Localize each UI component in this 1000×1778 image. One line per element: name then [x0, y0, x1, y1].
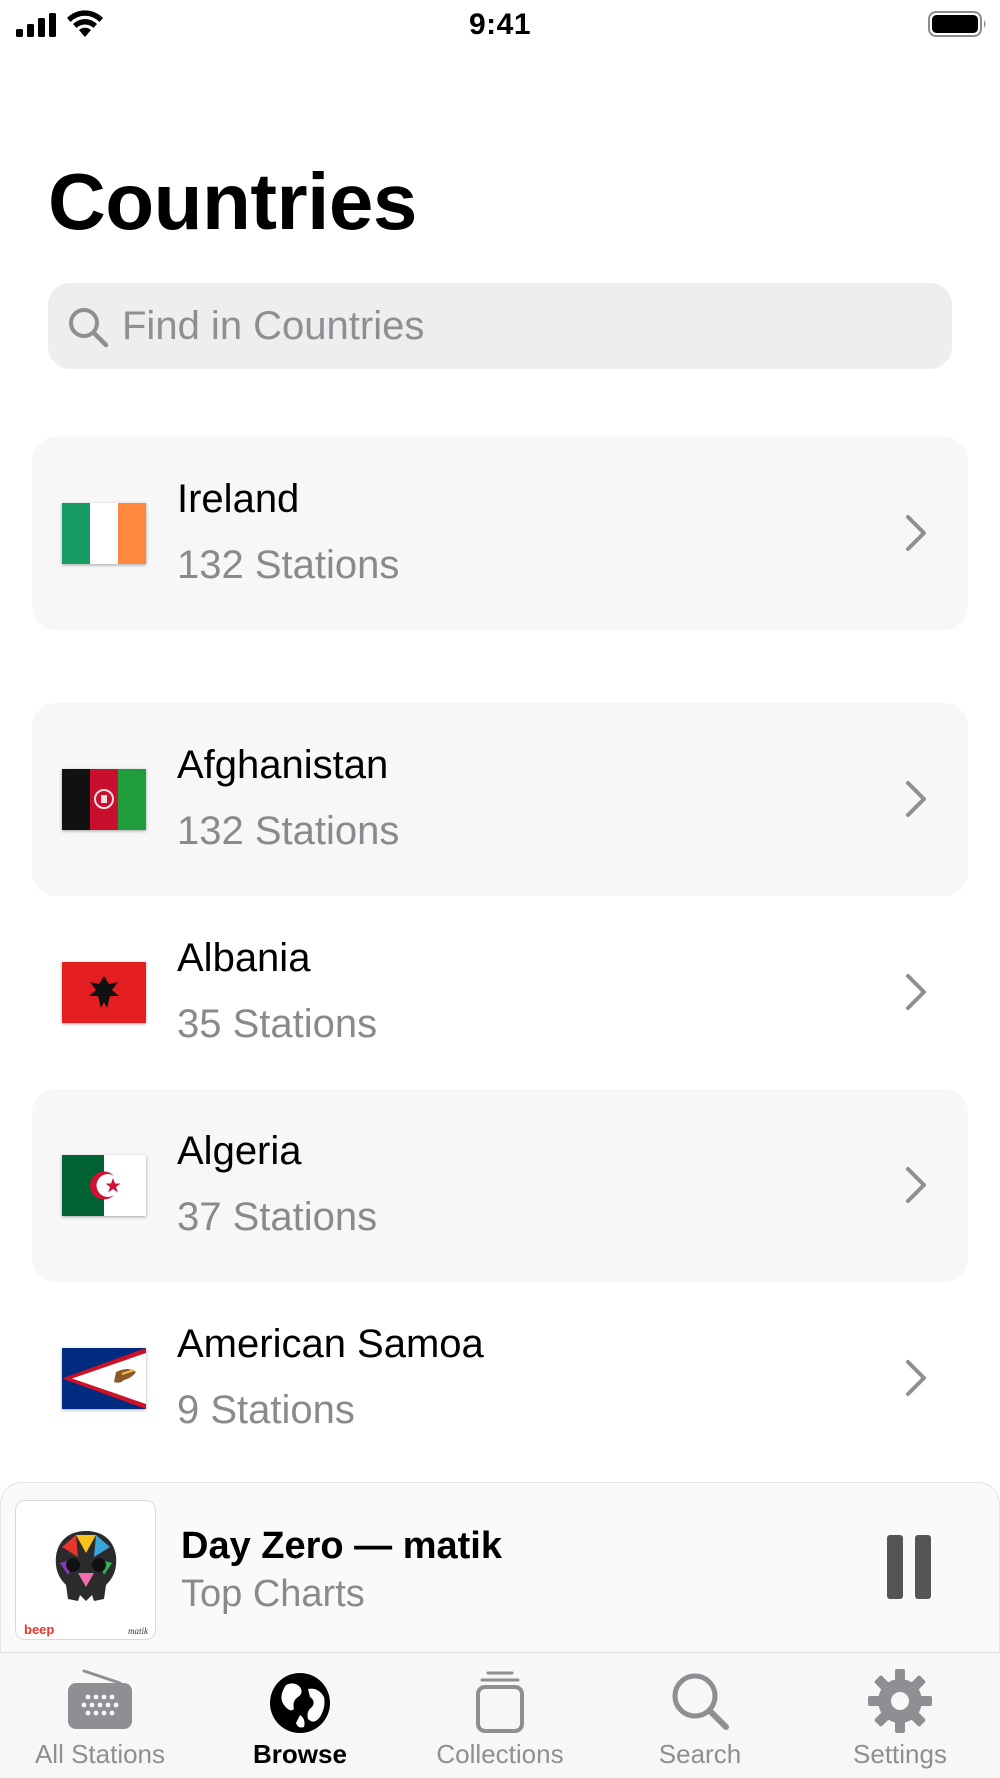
tab-label: Collections: [436, 1739, 564, 1769]
tab-label: Settings: [853, 1739, 947, 1769]
station-count: 9 Stations: [177, 1388, 355, 1432]
ireland-flag: [62, 503, 146, 564]
radio-icon: [68, 1669, 132, 1729]
tab-settings[interactable]: Settings: [800, 1653, 1000, 1778]
search-bar[interactable]: [48, 283, 952, 369]
tab-label: Browse: [253, 1739, 347, 1769]
track-title: Day Zero — matik: [181, 1525, 502, 1567]
country-row-american-samoa[interactable]: American Samoa 9 Stations: [32, 1282, 968, 1475]
algeria-flag: [62, 1155, 146, 1216]
pause-button[interactable]: [887, 1535, 937, 1599]
tab-browse[interactable]: Browse: [200, 1653, 400, 1778]
gear-icon: [868, 1669, 932, 1733]
albania-flag: [62, 962, 146, 1023]
american-samoa-flag: [62, 1348, 146, 1409]
status-time: 9:41: [468, 8, 532, 41]
country-name: Afghanistan: [177, 743, 389, 787]
chevron-right-icon: [906, 1360, 926, 1396]
tab-search[interactable]: Search: [600, 1653, 800, 1778]
artwork-signature: matik: [128, 1626, 149, 1636]
country-row-albania[interactable]: Albania 35 Stations: [32, 896, 968, 1089]
search-icon: [672, 1673, 729, 1730]
country-name: American Samoa: [177, 1322, 484, 1366]
album-artwork: beep matik: [15, 1500, 156, 1640]
afghanistan-flag: [62, 769, 146, 830]
artwork-brand-text: beep: [24, 1622, 54, 1637]
country-name: Algeria: [177, 1129, 302, 1173]
search-input[interactable]: [122, 283, 922, 369]
station-count: 132 Stations: [177, 809, 400, 853]
status-bar: 9:41: [0, 0, 1000, 50]
pause-bar-right: [915, 1535, 931, 1599]
chevron-right-icon: [906, 974, 926, 1010]
country-row-afghanistan[interactable]: Afghanistan 132 Stations: [32, 703, 968, 896]
pause-bar-left: [887, 1535, 903, 1599]
tab-label: Search: [658, 1739, 742, 1769]
chevron-right-icon: [906, 781, 926, 817]
search-icon: [69, 308, 109, 348]
tab-all-stations[interactable]: All Stations: [0, 1653, 200, 1778]
tab-label: All Stations: [34, 1739, 166, 1769]
tab-collections[interactable]: Collections: [400, 1653, 600, 1778]
country-name: Albania: [177, 936, 311, 980]
station-count: 35 Stations: [177, 1002, 378, 1046]
now-playing-bar[interactable]: beep matik Day Zero — matik Top Charts: [0, 1482, 1000, 1652]
tab-bar: All Stations Browse Collections Search S…: [0, 1652, 1000, 1778]
battery-icon: [928, 11, 986, 37]
country-row-ireland[interactable]: Ireland 132 Stations: [32, 437, 968, 630]
country-row-algeria[interactable]: Algeria 37 Stations: [32, 1089, 968, 1282]
page-title: Countries: [48, 157, 417, 246]
station-count: 132 Stations: [177, 543, 400, 587]
station-count: 37 Stations: [177, 1195, 378, 1239]
country-name: Ireland: [177, 477, 300, 521]
collections-icon: [476, 1671, 524, 1733]
chevron-right-icon: [906, 1167, 926, 1203]
track-subtitle: Top Charts: [181, 1573, 365, 1615]
chevron-right-icon: [906, 515, 926, 551]
globe-icon: [270, 1673, 330, 1733]
